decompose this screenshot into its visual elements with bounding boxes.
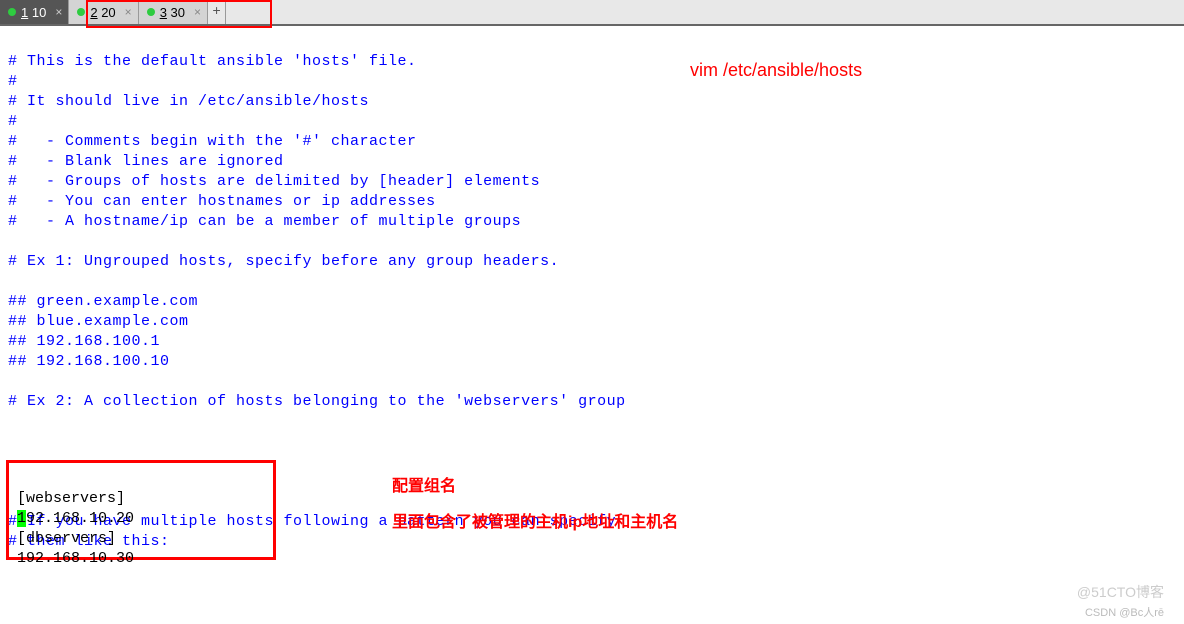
host-entry: 192.168.10.30: [17, 550, 134, 567]
tab-bar: 1 10 × 2 20 × 3 30 × +: [0, 0, 1184, 26]
tab-label: 10: [32, 5, 46, 20]
comment-line: #: [8, 113, 18, 130]
group-header: [dbservers]: [17, 530, 116, 547]
watermark: CSDN @Bc人rē: [1085, 604, 1164, 620]
annotation-command: vim /etc/ansible/hosts: [690, 60, 862, 81]
status-dot-icon: [77, 8, 85, 16]
comment-line: ## 192.168.100.10: [8, 353, 170, 370]
comment-line: #: [8, 73, 18, 90]
comment-line: # Ex 2: A collection of hosts belonging …: [8, 393, 626, 410]
status-dot-icon: [147, 8, 155, 16]
comment-line: ## blue.example.com: [8, 313, 189, 330]
comment-line: # It should live in /etc/ansible/hosts: [8, 93, 369, 110]
status-dot-icon: [8, 8, 16, 16]
comment-line: # - Groups of hosts are delimited by [he…: [8, 173, 540, 190]
tab-num: 3: [160, 5, 167, 20]
comment-line: # This is the default ansible 'hosts' fi…: [8, 53, 417, 70]
cursor-position: 1: [17, 510, 26, 527]
tab-label: 30: [171, 5, 185, 20]
annotation-note-1: 配置组名: [392, 472, 456, 496]
comment-line: ## green.example.com: [8, 293, 198, 310]
annotation-note-2: 里面包含了被管理的主机ip地址和主机名: [392, 508, 678, 532]
new-tab-button[interactable]: +: [208, 0, 226, 24]
comment-line: # - Comments begin with the '#' characte…: [8, 133, 417, 150]
group-header: [webservers]: [17, 490, 125, 507]
watermark: @51CTO博客: [1077, 582, 1164, 602]
comment-line: # - Blank lines are ignored: [8, 153, 284, 170]
tab-1[interactable]: 1 10 ×: [0, 0, 69, 24]
tab-num: 2: [90, 5, 97, 20]
comment-line: # Ex 1: Ungrouped hosts, specify before …: [8, 253, 559, 270]
comment-line: ## 192.168.100.1: [8, 333, 160, 350]
close-icon[interactable]: ×: [55, 5, 62, 19]
close-icon[interactable]: ×: [194, 5, 201, 19]
tab-2[interactable]: 2 20 ×: [69, 0, 138, 24]
comment-line: # - You can enter hostnames or ip addres…: [8, 193, 436, 210]
tab-num: 1: [21, 5, 28, 20]
tab-3[interactable]: 3 30 ×: [139, 0, 208, 24]
close-icon[interactable]: ×: [125, 5, 132, 19]
tab-label: 20: [101, 5, 115, 20]
comment-line: # - A hostname/ip can be a member of mul…: [8, 213, 521, 230]
host-entry: 192.168.10.20: [17, 510, 134, 527]
config-group-box: [webservers] 192.168.10.20 [dbservers] 1…: [6, 460, 276, 560]
